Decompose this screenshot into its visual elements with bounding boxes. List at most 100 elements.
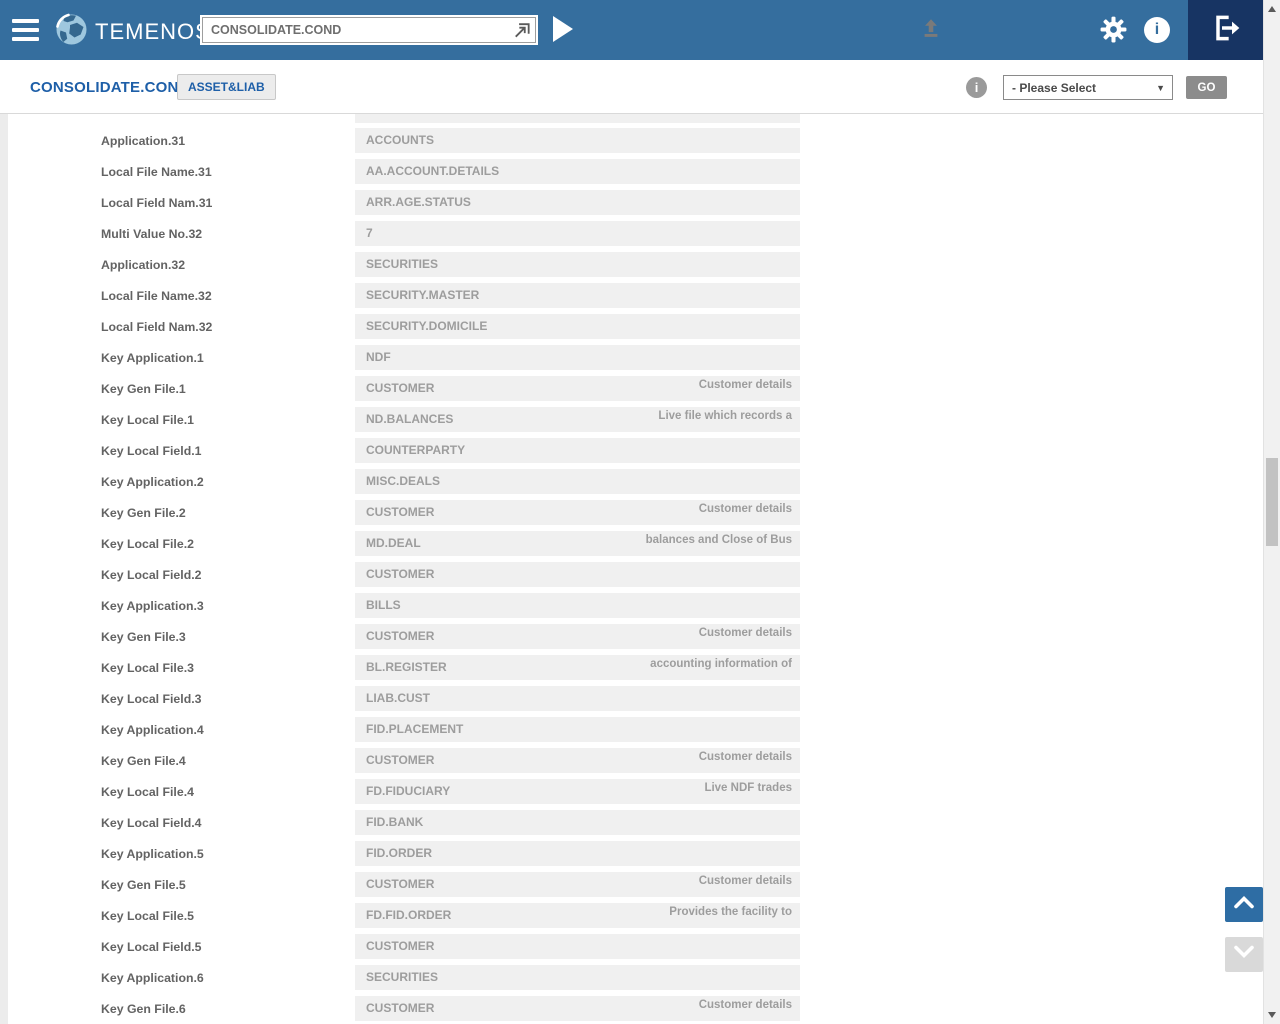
scroll-to-bottom-button[interactable] xyxy=(1225,937,1263,972)
field-label: Key Gen File.4 xyxy=(101,753,186,768)
field-description: Live NDF trades xyxy=(704,782,792,794)
menu-icon[interactable] xyxy=(12,19,39,41)
field-value: COUNTERPARTY xyxy=(355,438,800,463)
field-value: FID.ORDER xyxy=(355,841,800,866)
brand-text: TEMENOS xyxy=(95,19,211,44)
form-row: Key Local File.5 FD.FID.ORDER Provides t… xyxy=(0,900,1263,931)
form-row: Key Local Field.2 CUSTOMER xyxy=(0,559,1263,590)
action-select[interactable]: - Please Select ▼ xyxy=(1003,75,1173,100)
sign-off-icon xyxy=(1210,12,1242,49)
field-value: ARR.AGE.STATUS xyxy=(355,190,800,215)
form-row: Local File Name.32 SECURITY.MASTER xyxy=(0,280,1263,311)
form-row: Key Application.1 NDF xyxy=(0,342,1263,373)
form-row: Key Application.5 FID.ORDER xyxy=(0,838,1263,869)
field-label: Key Local Field.2 xyxy=(101,567,202,582)
field-value: MISC.DEALS xyxy=(355,469,800,494)
chevron-down-icon: ▼ xyxy=(1156,82,1165,93)
form-row: Key Local File.4 FD.FIDUCIARY Live NDF t… xyxy=(0,776,1263,807)
field-value: CUSTOMER Customer details xyxy=(355,376,800,401)
field-label: Key Application.5 xyxy=(101,846,204,861)
field-label: Key Gen File.6 xyxy=(101,1001,186,1016)
field-value: SECURITIES xyxy=(355,252,800,277)
run-command-icon[interactable] xyxy=(553,16,579,44)
scrollbar-thumb[interactable] xyxy=(1266,458,1278,546)
form-row: Application.31 ACCOUNTS xyxy=(0,125,1263,156)
field-description: Customer details xyxy=(698,875,792,887)
field-value: AA.ACCOUNT.DETAILS xyxy=(355,159,800,184)
field-value: NDF xyxy=(355,345,800,370)
field-label: Key Application.4 xyxy=(101,722,204,737)
field-description: Provides the facility to xyxy=(669,906,792,918)
go-button[interactable]: GO xyxy=(1186,76,1227,99)
form-row: Key Application.4 FID.PLACEMENT xyxy=(0,714,1263,745)
field-label: Key Application.3 xyxy=(101,598,204,613)
vertical-scrollbar[interactable] xyxy=(1263,0,1280,1024)
field-value: CUSTOMER Customer details xyxy=(355,996,800,1021)
field-label: Key Gen File.5 xyxy=(101,877,186,892)
form-row: Key Local File.3 BL.REGISTER accounting … xyxy=(0,652,1263,683)
field-value: FD.FID.ORDER Provides the facility to xyxy=(355,903,800,928)
field-value: MD.DEAL balances and Close of Bus xyxy=(355,531,800,556)
record-info-icon[interactable]: i xyxy=(966,77,987,98)
field-value: FID.PLACEMENT xyxy=(355,717,800,742)
form-row: Key Application.2 MISC.DEALS xyxy=(0,466,1263,497)
field-value: SECURITY.MASTER xyxy=(355,283,800,308)
scrollbar-up-arrow-icon[interactable] xyxy=(1268,6,1276,12)
field-label: Local Field Nam.31 xyxy=(101,195,213,210)
field-label: Local File Name.32 xyxy=(101,288,212,303)
field-label: Key Local File.2 xyxy=(101,536,194,551)
field-value: FD.FIDUCIARY Live NDF trades xyxy=(355,779,800,804)
field-label: Application.32 xyxy=(101,257,186,272)
field-value: CUSTOMER Customer details xyxy=(355,748,800,773)
field-value: CUSTOMER xyxy=(355,562,800,587)
field-value: ND.BALANCES Live file which records a xyxy=(355,407,800,432)
form-row: Local Field Nam.32 SECURITY.DOMICILE xyxy=(0,311,1263,342)
launch-arrow-icon[interactable] xyxy=(512,20,532,40)
field-label: Application.31 xyxy=(101,133,186,148)
field-label: Key Application.2 xyxy=(101,474,204,489)
field-value: FID.BANK xyxy=(355,810,800,835)
temenos-logo: TEMENOS xyxy=(55,13,211,51)
app-header: TEMENOS CONSOLIDATE.COND i xyxy=(0,0,1263,60)
record-form: Application.31 ACCOUNTS Local File Name.… xyxy=(0,114,1263,1024)
command-input[interactable] xyxy=(203,18,535,42)
field-label: Key Local Field.1 xyxy=(101,443,202,458)
field-description: Live file which records a xyxy=(658,410,792,422)
field-label: Key Gen File.2 xyxy=(101,505,186,520)
field-value: LIAB.CUST xyxy=(355,686,800,711)
field-label: Key Local Field.5 xyxy=(101,939,202,954)
commit-upload-icon[interactable] xyxy=(920,17,942,39)
field-description: accounting information of xyxy=(650,658,792,670)
field-value: BL.REGISTER accounting information of xyxy=(355,655,800,680)
form-row: Key Gen File.3 CUSTOMER Customer details xyxy=(0,621,1263,652)
command-line-wrapper xyxy=(200,15,538,45)
field-value: BILLS xyxy=(355,593,800,618)
field-value: ACCOUNTS xyxy=(355,128,800,153)
form-row: Multi Value No.32 7 xyxy=(0,218,1263,249)
field-label: Local Field Nam.32 xyxy=(101,319,213,334)
form-row: Key Gen File.1 CUSTOMER Customer details xyxy=(0,373,1263,404)
form-row: Key Local File.1 ND.BALANCES Live file w… xyxy=(0,404,1263,435)
scrollbar-down-arrow-icon[interactable] xyxy=(1268,1012,1276,1018)
scroll-to-top-button[interactable] xyxy=(1225,887,1263,922)
field-value: CUSTOMER xyxy=(355,934,800,959)
field-value: CUSTOMER Customer details xyxy=(355,500,800,525)
action-select-value: - Please Select xyxy=(1012,80,1097,95)
record-id-badge[interactable]: ASSET&LIAB xyxy=(177,74,276,100)
field-label: Key Application.6 xyxy=(101,970,204,985)
field-label: Multi Value No.32 xyxy=(101,226,203,241)
field-label: Key Application.1 xyxy=(101,350,204,365)
field-description: Customer details xyxy=(698,751,792,763)
field-label: Key Local File.3 xyxy=(101,660,194,675)
clipped-field-box xyxy=(355,114,800,123)
sign-off-button[interactable] xyxy=(1188,0,1263,60)
field-description: Customer details xyxy=(698,503,792,515)
t24-browser-window: TEMENOS CONSOLIDATE.COND i CONSOLIDATE.C… xyxy=(0,0,1280,1024)
form-row: Key Application.3 BILLS xyxy=(0,590,1263,621)
form-row: Key Local File.2 MD.DEAL balances and Cl… xyxy=(0,528,1263,559)
form-row: Local File Name.31 AA.ACCOUNT.DETAILS xyxy=(0,156,1263,187)
field-label: Key Local File.1 xyxy=(101,412,194,427)
field-description: balances and Close of Bus xyxy=(645,534,792,546)
help-info-icon[interactable]: i xyxy=(1144,17,1170,43)
settings-gear-icon[interactable] xyxy=(1100,16,1127,48)
